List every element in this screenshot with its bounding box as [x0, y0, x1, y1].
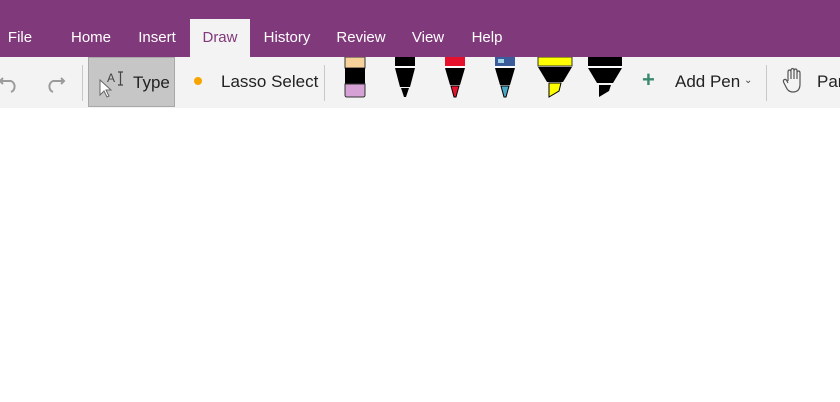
galaxy-pen[interactable]	[487, 57, 523, 99]
redo-icon	[48, 77, 66, 93]
svg-text:A: A	[107, 71, 115, 85]
tab-history[interactable]: History	[256, 19, 318, 57]
black-marker[interactable]	[585, 57, 625, 99]
add-pen-label: Add Pen	[675, 72, 741, 91]
tab-insert[interactable]: Insert	[128, 19, 186, 57]
menu-bar: File Home Insert Draw History Review Vie…	[0, 0, 840, 57]
tab-home[interactable]: Home	[62, 19, 120, 57]
separator	[82, 65, 83, 101]
plus-icon: +	[642, 67, 655, 92]
chevron-down-icon: ⌄	[744, 75, 753, 86]
eraser-pen[interactable]	[337, 57, 373, 99]
undo-icon	[0, 77, 16, 93]
red-pen[interactable]	[437, 57, 473, 99]
tab-file[interactable]: File	[0, 19, 40, 57]
draw-ribbon: A Type Lasso Select + Add Pen ⌄ Pa	[0, 57, 840, 108]
type-select-icon: A	[99, 71, 123, 98]
yellow-highlighter[interactable]	[535, 57, 575, 99]
tab-view[interactable]: View	[404, 19, 452, 57]
tab-review[interactable]: Review	[330, 19, 392, 57]
separator	[766, 65, 767, 101]
tab-draw[interactable]: Draw	[190, 19, 250, 57]
type-label: Type	[133, 73, 170, 92]
undo-button[interactable]	[0, 67, 24, 97]
hand-icon[interactable]	[782, 67, 806, 95]
separator	[324, 65, 325, 101]
type-button[interactable]: A Type	[88, 57, 175, 107]
lasso-select-label: Lasso Select	[221, 72, 319, 91]
lasso-icon	[194, 77, 202, 85]
redo-button[interactable]	[40, 67, 70, 97]
pan-label: Pan	[817, 72, 840, 91]
black-pen[interactable]	[387, 57, 423, 99]
tab-help[interactable]: Help	[462, 19, 512, 57]
page-canvas[interactable]	[0, 108, 840, 402]
